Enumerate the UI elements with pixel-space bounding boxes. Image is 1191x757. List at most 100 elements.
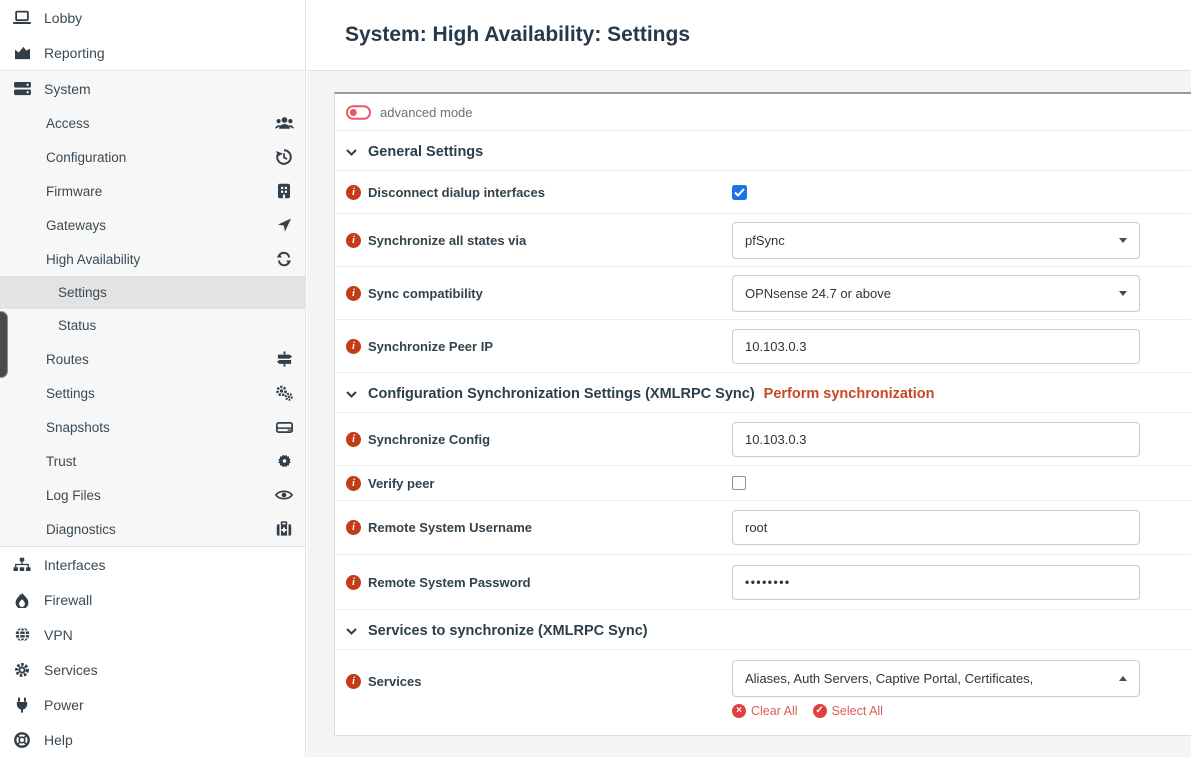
disconnect-dialup-checkbox[interactable]	[732, 185, 747, 200]
sidebar-item-trust[interactable]: Trust	[0, 444, 305, 478]
sync-config-input[interactable]	[732, 422, 1140, 457]
sidebar-item-services[interactable]: Services	[0, 652, 305, 687]
advanced-mode-row: advanced mode	[335, 94, 1191, 131]
info-icon[interactable]: i	[346, 575, 361, 590]
chevron-down-icon[interactable]	[346, 149, 357, 156]
field-remote-password: i Remote System Password	[335, 555, 1191, 610]
sidebar-item-label: Help	[44, 732, 73, 748]
sidebar-item-interfaces[interactable]: Interfaces	[0, 547, 305, 582]
sidebar-item-label: Settings	[58, 285, 107, 300]
select-all-label: Select All	[832, 704, 883, 718]
info-icon[interactable]: i	[346, 476, 361, 491]
sidebar-item-label: Power	[44, 697, 84, 713]
cog-icon	[11, 662, 33, 678]
sidebar-item-label: Snapshots	[46, 420, 110, 435]
sidebar-item-label: Firewall	[44, 592, 92, 608]
select-value: Aliases, Auth Servers, Captive Portal, C…	[745, 671, 1033, 686]
main-content: System: High Availability: Settings adva…	[307, 0, 1191, 757]
sync-peer-ip-input[interactable]	[732, 329, 1140, 364]
cogs-icon	[274, 385, 294, 401]
field-label: Sync compatibility	[368, 286, 483, 301]
location-arrow-icon	[274, 218, 294, 233]
verify-peer-checkbox[interactable]	[732, 476, 746, 490]
sidebar-item-log-files[interactable]: Log Files	[0, 478, 305, 512]
page-title: System: High Availability: Settings	[345, 23, 690, 47]
clear-all-button[interactable]: × Clear All	[732, 704, 798, 718]
sidebar-drag-handle[interactable]	[0, 311, 8, 378]
sidebar-item-system[interactable]: System	[0, 71, 305, 106]
sidebar-item-firewall[interactable]: Firewall	[0, 582, 305, 617]
sidebar-item-reporting[interactable]: Reporting	[0, 35, 305, 70]
sidebar-item-label: System	[44, 81, 91, 97]
fire-icon	[11, 592, 33, 608]
field-label: Remote System Password	[368, 575, 531, 590]
caret-down-icon	[1119, 238, 1127, 243]
sidebar-item-high-availability[interactable]: High Availability	[0, 242, 305, 276]
select-all-button[interactable]: ✓ Select All	[813, 704, 883, 718]
eye-icon	[274, 489, 294, 502]
sidebar-item-label: VPN	[44, 627, 73, 643]
sidebar-item-ha-settings[interactable]: Settings	[0, 276, 305, 309]
field-label: Disconnect dialup interfaces	[368, 185, 545, 200]
field-sync-config: i Synchronize Config	[335, 413, 1191, 466]
remote-username-input[interactable]	[732, 510, 1140, 545]
field-label: Remote System Username	[368, 520, 532, 535]
sidebar-item-gateways[interactable]: Gateways	[0, 208, 305, 242]
circle-xmark-icon: ×	[732, 704, 746, 718]
life-ring-icon	[11, 732, 33, 748]
field-sync-compatibility: i Sync compatibility OPNsense 24.7 or ab…	[335, 267, 1191, 320]
perform-synchronization-link[interactable]: Perform synchronization	[764, 386, 935, 402]
sidebar-item-lobby[interactable]: Lobby	[0, 0, 305, 35]
info-icon[interactable]: i	[346, 432, 361, 447]
info-icon[interactable]: i	[346, 286, 361, 301]
sidebar-item-settings[interactable]: Settings	[0, 376, 305, 410]
sidebar-item-help[interactable]: Help	[0, 722, 305, 757]
settings-form-panel: advanced mode General Settings i Disconn…	[334, 92, 1191, 736]
sidebar-item-label: Interfaces	[44, 557, 105, 573]
sidebar-item-vpn[interactable]: VPN	[0, 617, 305, 652]
info-icon[interactable]: i	[346, 674, 361, 689]
sidebar-item-snapshots[interactable]: Snapshots	[0, 410, 305, 444]
info-icon[interactable]: i	[346, 185, 361, 200]
sidebar-item-firmware[interactable]: Firmware	[0, 174, 305, 208]
section-title: General Settings	[368, 144, 483, 160]
certificate-icon	[274, 454, 294, 469]
field-label: Synchronize all states via	[368, 233, 526, 248]
field-label: Verify peer	[368, 476, 435, 491]
advanced-mode-label[interactable]: advanced mode	[380, 105, 473, 120]
sidebar-item-access[interactable]: Access	[0, 106, 305, 140]
sidebar-item-label: Services	[44, 662, 98, 678]
area-chart-icon	[11, 45, 33, 60]
info-icon[interactable]: i	[346, 339, 361, 354]
remote-password-input[interactable]	[732, 565, 1140, 600]
sidebar-item-label: High Availability	[46, 252, 140, 267]
section-header-services-sync: Services to synchronize (XMLRPC Sync)	[335, 610, 1191, 650]
sync-compatibility-select[interactable]: OPNsense 24.7 or above	[732, 275, 1140, 312]
sidebar-item-configuration[interactable]: Configuration	[0, 140, 305, 174]
chevron-down-icon[interactable]	[346, 628, 357, 635]
info-icon[interactable]: i	[346, 520, 361, 535]
page-header: System: High Availability: Settings	[307, 0, 1191, 71]
field-label: Services	[368, 674, 422, 689]
caret-down-icon	[1119, 291, 1127, 296]
section-title: Configuration Synchronization Settings (…	[368, 386, 755, 402]
toggle-off-icon[interactable]	[346, 105, 371, 120]
sync-icon	[274, 252, 294, 267]
field-disconnect-dialup: i Disconnect dialup interfaces	[335, 171, 1191, 214]
sidebar-item-label: Routes	[46, 352, 89, 367]
sidebar: Lobby Reporting System Access Configurat…	[0, 0, 306, 757]
sidebar-item-routes[interactable]: Routes	[0, 342, 305, 376]
sync-states-select[interactable]: pfSync	[732, 222, 1140, 259]
services-multiselect[interactable]: Aliases, Auth Servers, Captive Portal, C…	[732, 660, 1140, 697]
chevron-down-icon[interactable]	[346, 391, 357, 398]
sidebar-item-power[interactable]: Power	[0, 687, 305, 722]
field-sync-peer-ip: i Synchronize Peer IP	[335, 320, 1191, 373]
sidebar-item-label: Reporting	[44, 45, 105, 61]
globe-icon	[11, 627, 33, 642]
sidebar-item-diagnostics[interactable]: Diagnostics	[0, 512, 305, 546]
caret-up-icon	[1119, 676, 1127, 681]
info-icon[interactable]: i	[346, 233, 361, 248]
medkit-icon	[274, 521, 294, 537]
laptop-icon	[11, 10, 33, 25]
sidebar-item-ha-status[interactable]: Status	[0, 309, 305, 342]
